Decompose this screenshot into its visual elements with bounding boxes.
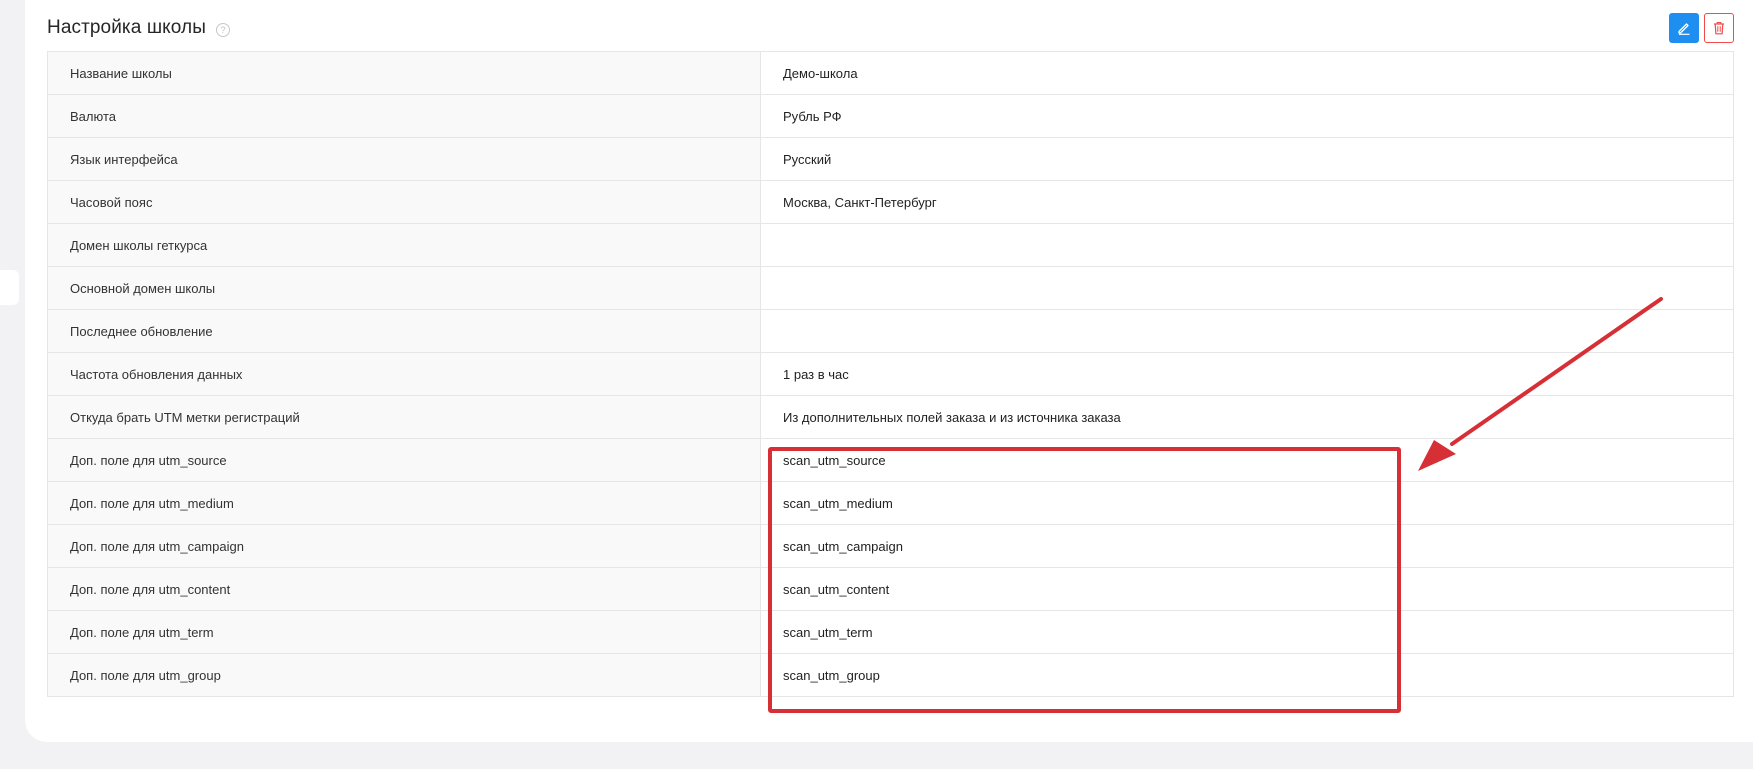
section-header: Настройка школы ? (47, 14, 230, 42)
setting-label: Частота обновления данных (47, 352, 761, 396)
settings-row: Доп. поле для utm_source scan_utm_source (47, 438, 1734, 482)
setting-value: scan_utm_term (760, 610, 1734, 654)
setting-label: Доп. поле для utm_campaign (47, 524, 761, 568)
setting-value (760, 223, 1734, 267)
setting-label: Доп. поле для utm_term (47, 610, 761, 654)
settings-row: Название школы Демо-школа (47, 51, 1734, 95)
settings-row: Последнее обновление (47, 309, 1734, 353)
edit-button[interactable] (1669, 13, 1699, 43)
setting-value (760, 266, 1734, 310)
setting-label: Доп. поле для utm_source (47, 438, 761, 482)
setting-value: scan_utm_source (760, 438, 1734, 482)
settings-row: Доп. поле для utm_content scan_utm_conten… (47, 567, 1734, 611)
setting-value: Рубль РФ (760, 94, 1734, 138)
setting-value: Из дополнительных полей заказа и из исто… (760, 395, 1734, 439)
setting-label: Откуда брать UTM метки регистраций (47, 395, 761, 439)
settings-table: Название школы Демо-школа Валюта Рубль РФ Яз… (47, 51, 1734, 697)
setting-label: Название школы (47, 51, 761, 95)
setting-label: Валюта (47, 94, 761, 138)
pencil-icon (1678, 23, 1690, 35)
setting-label: Последнее обновление (47, 309, 761, 353)
setting-value: Русский (760, 137, 1734, 181)
setting-value: scan_utm_content (760, 567, 1734, 611)
settings-row: Доп. поле для utm_campaign scan_utm_campa… (47, 524, 1734, 568)
setting-value: Демо-школа (760, 51, 1734, 95)
settings-row: Частота обновления данных 1 раз в час (47, 352, 1734, 396)
settings-row: Откуда брать UTM метки регистраций Из доп… (47, 395, 1734, 439)
settings-row: Домен школы геткурса (47, 223, 1734, 267)
delete-button[interactable] (1704, 13, 1734, 43)
settings-row: Доп. поле для utm_term scan_utm_term (47, 610, 1734, 654)
settings-row: Валюта Рубль РФ (47, 94, 1734, 138)
sidebar-collapse-tab[interactable] (0, 270, 19, 305)
trash-icon (1714, 22, 1724, 35)
setting-value (760, 309, 1734, 353)
settings-row: Основной домен школы (47, 266, 1734, 310)
setting-label: Доп. поле для utm_content (47, 567, 761, 611)
setting-value: 1 раз в час (760, 352, 1734, 396)
settings-row: Часовой пояс Москва, Санкт-Петербург (47, 180, 1734, 224)
setting-value: Москва, Санкт-Петербург (760, 180, 1734, 224)
question-circle-icon[interactable]: ? (215, 23, 230, 37)
setting-value: scan_utm_group (760, 653, 1734, 697)
settings-row: Язык интерфейса Русский (47, 137, 1734, 181)
page-title: Настройка школы (47, 17, 206, 38)
setting-label: Домен школы геткурса (47, 223, 761, 267)
settings-row: Доп. поле для utm_medium scan_utm_medium (47, 481, 1734, 525)
header-actions (1669, 13, 1734, 43)
setting-label: Язык интерфейса (47, 137, 761, 181)
setting-label: Основной домен школы (47, 266, 761, 310)
setting-label: Доп. поле для utm_group (47, 653, 761, 697)
setting-label: Часовой пояс (47, 180, 761, 224)
settings-row: Доп. поле для utm_group scan_utm_group (47, 653, 1734, 697)
setting-value: scan_utm_campaign (760, 524, 1734, 568)
setting-value: scan_utm_medium (760, 481, 1734, 525)
setting-label: Доп. поле для utm_medium (47, 481, 761, 525)
